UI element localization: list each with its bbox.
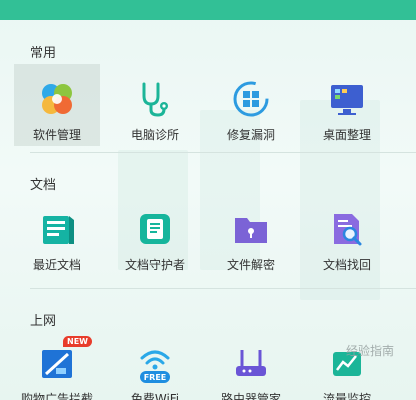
section-title-common: 常用 [30, 46, 57, 61]
tile-router-manager[interactable]: 路由器管家 [208, 328, 294, 400]
tile-label: 修复漏洞 [226, 128, 275, 142]
folder-lock-icon [230, 208, 272, 250]
tile-label: 最近文档 [32, 258, 81, 272]
desktop-monitor-icon [326, 78, 368, 120]
section-divider [30, 152, 416, 153]
tile-label: 电脑诊所 [130, 128, 179, 142]
tile-traffic-monitor[interactable]: 流量监控 [304, 328, 390, 400]
tile-label: 文件解密 [226, 258, 275, 272]
stethoscope-icon [134, 78, 176, 120]
router-icon [230, 342, 272, 384]
tile-label: 文档找回 [322, 258, 371, 272]
tile-pc-clinic[interactable]: 电脑诊所 [112, 64, 198, 146]
doc-guard-icon [134, 208, 176, 250]
tile-doc-guardian[interactable]: 文档守护者 [112, 194, 198, 276]
tile-label: 桌面整理 [322, 128, 371, 142]
header-bar [0, 0, 416, 20]
section-title-internet: 上网 [30, 314, 57, 329]
section-divider [30, 288, 416, 289]
tile-file-decrypt[interactable]: 文件解密 [208, 194, 294, 276]
software-manager-icon [36, 78, 78, 120]
tile-label: 免费WiFi [130, 392, 180, 400]
tile-fix-vulnerabilities[interactable]: 修复漏洞 [208, 64, 294, 146]
recent-docs-icon [36, 208, 78, 250]
section-title-documents: 文档 [30, 178, 57, 193]
free-label: FREE [144, 373, 167, 382]
tile-label: 路由器管家 [220, 392, 281, 400]
tools-panel: 常用 软件管理 电脑诊所 修复漏洞 桌面整理 文档 最近文档 文档守护者 文件解… [0, 0, 416, 400]
tile-label: 流量监控 [322, 392, 371, 400]
windows-repair-icon [230, 78, 272, 120]
tile-free-wifi[interactable]: FREE 免费WiFi [112, 328, 198, 400]
tile-shopping-ad-block[interactable]: NEW 购物广告拦截 [14, 328, 100, 400]
tile-recent-documents[interactable]: 最近文档 [14, 194, 100, 276]
tile-software-manager[interactable]: 软件管理 [14, 64, 100, 146]
tile-label: 购物广告拦截 [20, 392, 93, 400]
tile-document-recovery[interactable]: 文档找回 [304, 194, 390, 276]
tile-desktop-organize[interactable]: 桌面整理 [304, 64, 390, 146]
tile-label: 软件管理 [32, 128, 81, 142]
tile-label: 文档守护者 [124, 258, 185, 272]
free-wifi-icon: FREE [134, 342, 176, 384]
doc-search-icon [326, 208, 368, 250]
watermark: 经验指南 [345, 344, 394, 358]
ad-block-icon: NEW [36, 336, 92, 384]
new-badge: NEW [63, 336, 92, 347]
